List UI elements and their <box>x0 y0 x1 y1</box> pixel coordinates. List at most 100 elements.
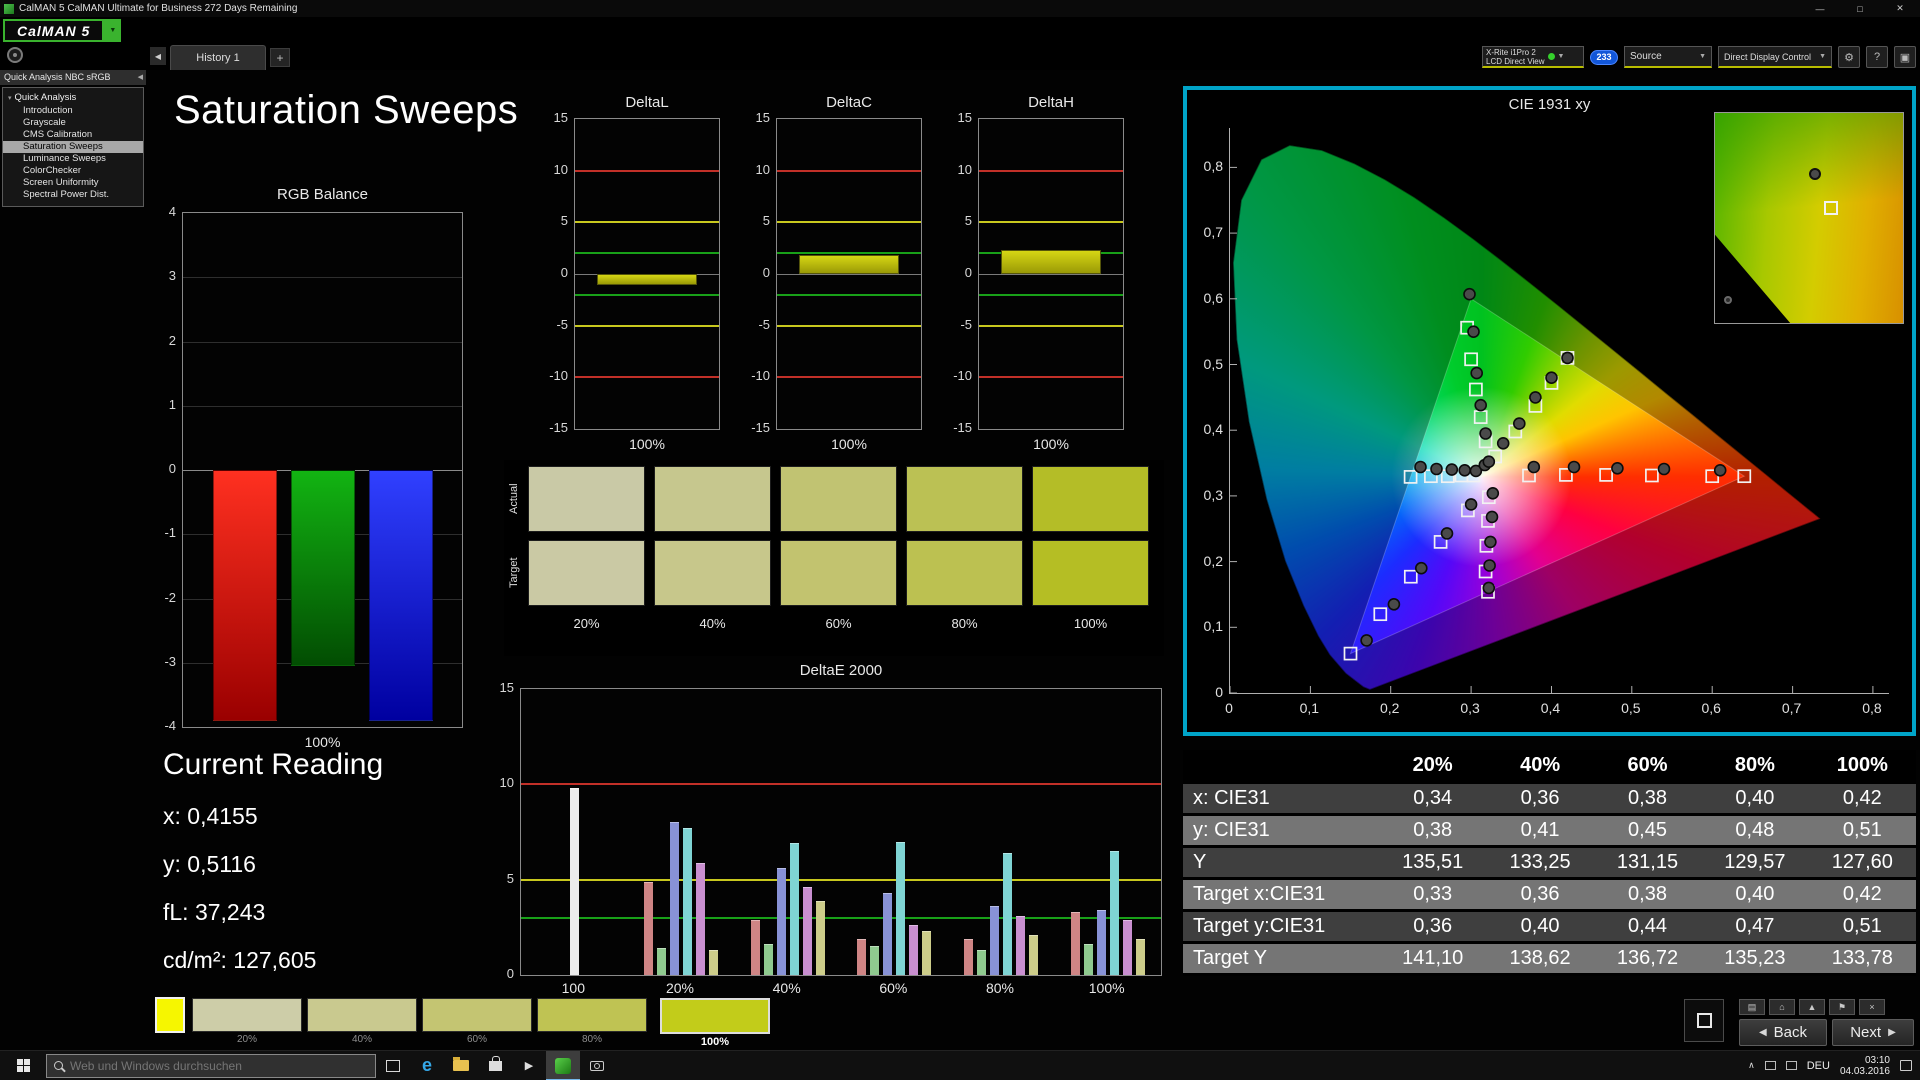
current-reading-title: Current Reading <box>163 748 384 781</box>
minimize-button[interactable]: — <box>1800 0 1840 17</box>
table-cell: 0,51 <box>1808 912 1916 944</box>
meter-dropdown[interactable]: X-Rite i1Pro 2 LCD Direct View ▼ <box>1482 46 1584 68</box>
x-tick-label: 0,1 <box>1299 700 1320 716</box>
table-cell: 0,33 <box>1379 880 1487 912</box>
next-button[interactable]: Next ▶ <box>1832 1019 1914 1046</box>
task-view-button[interactable] <box>376 1051 410 1080</box>
deltae-xlabels: 100 20% 40% 60% 80% 100% <box>520 980 1162 996</box>
x-tick-label: 0,5 <box>1621 700 1641 716</box>
table-header-cell: 100% <box>1808 750 1916 784</box>
sidebar-item-colorchecker[interactable]: ColorChecker <box>3 165 143 177</box>
search-input[interactable] <box>70 1058 320 1073</box>
cie-ylabels: 0 0,1 0,2 0,3 0,4 0,5 0,6 0,7 0,8 <box>1189 128 1225 700</box>
bar <box>1096 910 1106 975</box>
ref-line <box>777 324 921 327</box>
workspace-button[interactable]: ▣ <box>1894 46 1916 68</box>
pattern-label: 20% <box>236 1034 257 1045</box>
sidebar-item-screen-uniformity[interactable]: Screen Uniformity <box>3 177 143 189</box>
color-swatch <box>780 540 897 606</box>
bar <box>964 938 973 975</box>
bar <box>789 843 799 975</box>
sidebar-collapse-button[interactable]: ◀ <box>150 47 166 65</box>
y-tick-label: 10 <box>553 161 568 177</box>
calman-taskbar-button[interactable] <box>546 1050 580 1080</box>
sidebar-item-introduction[interactable]: Introduction <box>3 105 143 117</box>
pattern-thumb-40%[interactable]: 40% <box>307 998 417 1045</box>
tab-history-1[interactable]: History 1 <box>170 45 266 70</box>
pattern-label: 100% <box>700 1036 730 1048</box>
bar-red <box>212 470 277 721</box>
stop-pattern-button[interactable] <box>1684 999 1724 1042</box>
logo-dropdown-icon[interactable]: ▼ <box>104 19 122 42</box>
maximize-button[interactable]: □ <box>1840 0 1880 17</box>
measured-point <box>1809 167 1821 180</box>
language-indicator[interactable]: DEU <box>1807 1060 1830 1072</box>
pattern-thumb-100%[interactable]: 100% <box>660 998 770 1048</box>
back-button[interactable]: ◀ Back <box>1739 1019 1827 1046</box>
start-button[interactable] <box>0 1051 46 1080</box>
pattern-swatch <box>537 998 647 1032</box>
source-dropdown[interactable]: Source ▼ <box>1624 46 1712 68</box>
bar <box>1029 934 1038 975</box>
collapse-arrow-icon[interactable]: ◀ <box>138 70 143 85</box>
color-swatch <box>528 540 645 606</box>
y-tick-label: -5 <box>960 316 972 332</box>
chart-title: DeltaC <box>826 94 872 111</box>
file-explorer-button[interactable] <box>444 1051 478 1080</box>
swatch-percent-label: 20% <box>573 616 600 631</box>
sidebar-item-grayscale[interactable]: Grayscale <box>3 117 143 129</box>
bar <box>750 919 760 975</box>
y-tick-label: 5 <box>560 213 568 229</box>
notification-center-icon[interactable] <box>1900 1060 1912 1071</box>
calman-logo[interactable]: CalMAN 5 ▼ <box>3 19 122 42</box>
video-app-button[interactable]: ▶ <box>512 1051 546 1080</box>
measured-point <box>1483 559 1496 572</box>
nav-small-button-4[interactable]: × <box>1859 999 1885 1015</box>
tray-expand-icon[interactable]: ∧ <box>1748 1060 1755 1071</box>
ref-line <box>575 252 719 255</box>
deltac-ylabels: 15 10 5 0 -5 -10 -15 <box>744 110 774 435</box>
pattern-thumb-60%[interactable]: 60% <box>422 998 532 1045</box>
table-row-label: Y <box>1183 848 1379 880</box>
sidebar-item-cms-calibration[interactable]: CMS Calibration <box>3 129 143 141</box>
sidebar-item-luminance-sweeps[interactable]: Luminance Sweeps <box>3 153 143 165</box>
measured-point <box>1440 527 1454 540</box>
nav-small-button-0[interactable]: ▤ <box>1739 999 1765 1015</box>
y-tick-label: 0,1 <box>1203 618 1223 635</box>
store-button[interactable] <box>478 1051 512 1080</box>
clock[interactable]: 03:10 04.03.2016 <box>1840 1055 1890 1077</box>
measured-point <box>1485 510 1499 524</box>
edge-button[interactable]: e <box>410 1051 444 1080</box>
session-status-icon[interactable] <box>7 47 23 63</box>
help-button[interactable]: ? <box>1866 46 1888 68</box>
nav-small-button-1[interactable]: ⌂ <box>1769 999 1795 1015</box>
display-control-dropdown[interactable]: Direct Display Control ▼ <box>1718 46 1832 68</box>
network-icon[interactable] <box>1764 1061 1776 1070</box>
add-tab-button[interactable]: + <box>270 48 290 67</box>
camera-app-button[interactable] <box>580 1051 614 1080</box>
x-axis-label: 100% <box>629 436 665 452</box>
calman-app-window: CalMAN 5 CalMAN Ultimate for Business 27… <box>0 0 1920 1080</box>
pattern-thumb-20%[interactable]: 20% <box>192 998 302 1045</box>
settings-button[interactable]: ⚙ <box>1838 46 1860 68</box>
measured-point <box>1463 287 1476 301</box>
deltae-2000-chart: DeltaE 2000 15 10 5 0 100 20% 40% 60% 80% 100% <box>486 662 1168 1002</box>
source-label: Source <box>1630 51 1662 62</box>
sidebar-item-saturation-sweeps[interactable]: Saturation Sweeps <box>3 141 143 153</box>
swatch-percent-label: 60% <box>825 616 852 631</box>
sidebar-item-spectral-power-dist-[interactable]: Spectral Power Dist. <box>3 189 143 201</box>
y-tick-label: 1 <box>168 396 176 412</box>
tree-root[interactable]: ▾ Quick Analysis <box>3 91 143 105</box>
close-button[interactable]: ✕ <box>1880 0 1920 17</box>
bar <box>763 944 773 975</box>
measured-point <box>1657 462 1671 476</box>
swatch-percent-row: 20% 40% 60% 80% 100% <box>528 616 1149 631</box>
table-header-cell: 40% <box>1486 750 1594 784</box>
bar <box>1109 851 1119 975</box>
nav-small-button-3[interactable]: ⚑ <box>1829 999 1855 1015</box>
taskbar-search[interactable] <box>46 1053 376 1078</box>
nav-small-button-2[interactable]: ▲ <box>1799 999 1825 1015</box>
volume-icon[interactable] <box>1785 1061 1797 1070</box>
current-reading: Current Reading x: 0,4155 y: 0,5116 fL: 37… <box>163 748 503 974</box>
pattern-thumb-80%[interactable]: 80% <box>537 998 647 1045</box>
